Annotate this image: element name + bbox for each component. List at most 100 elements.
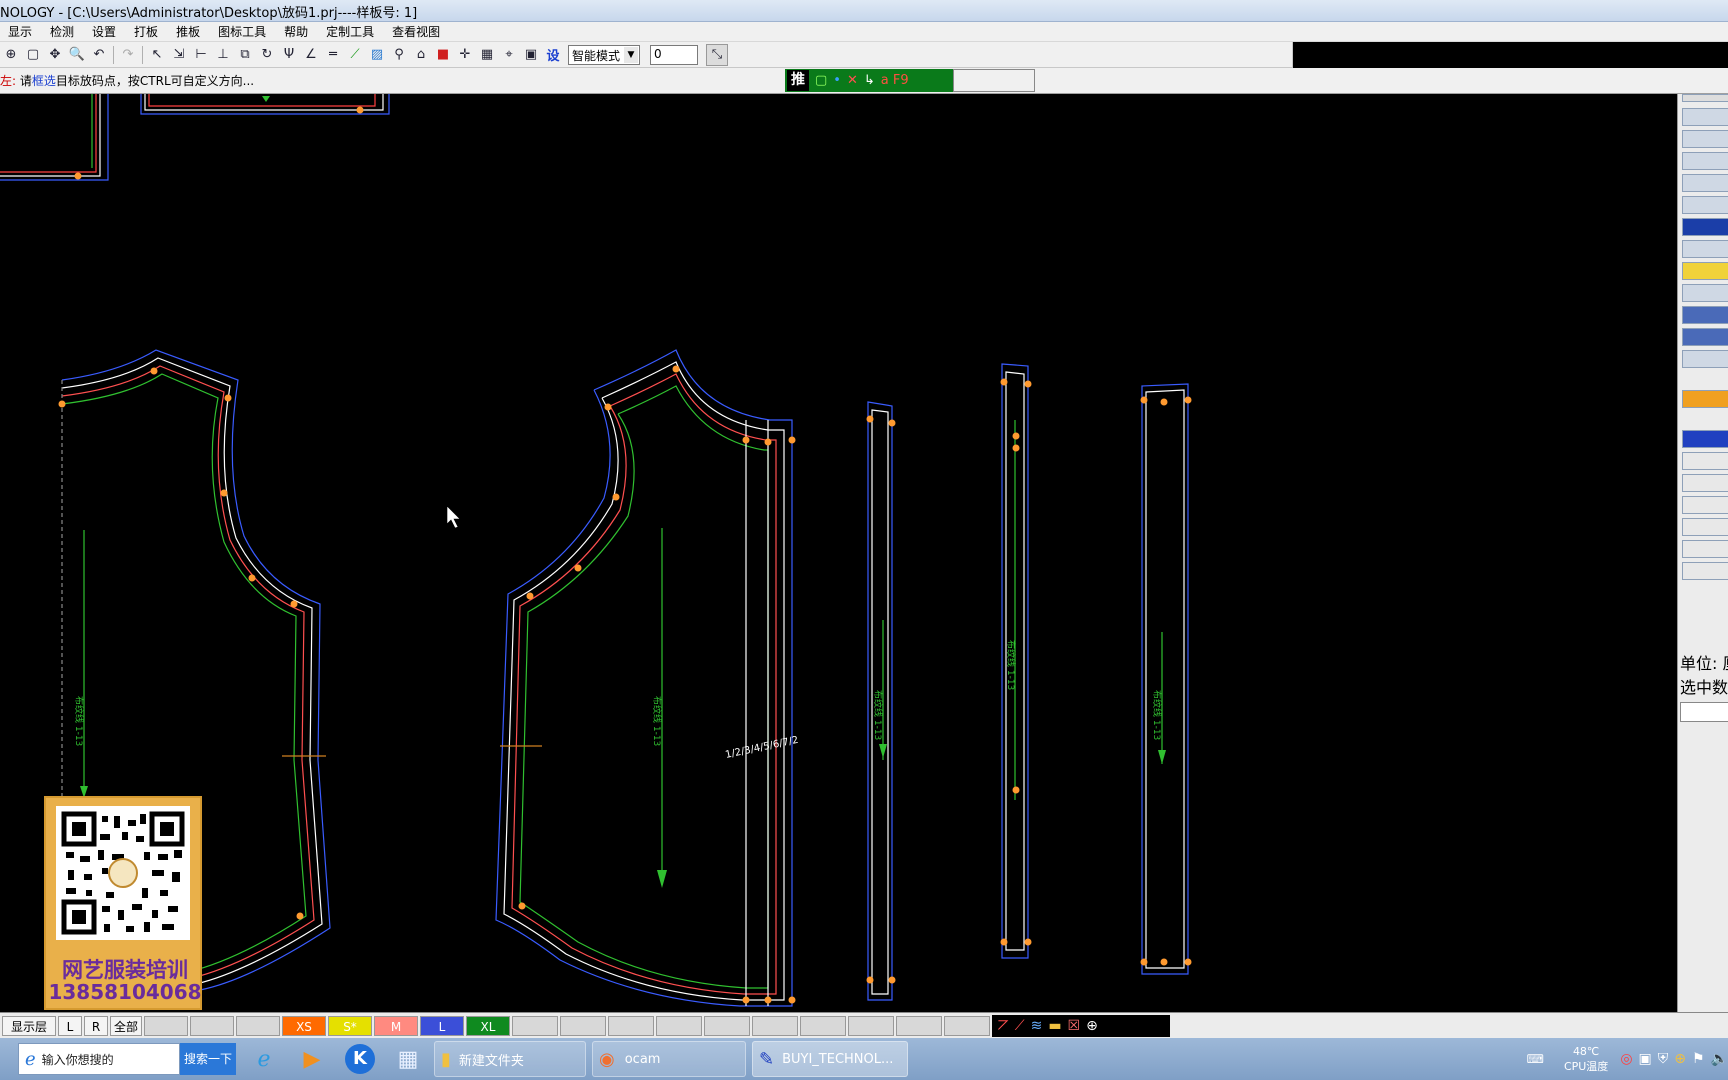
size-xl[interactable]: XL [466, 1015, 510, 1036]
size-slot[interactable] [190, 1015, 234, 1036]
size-slot[interactable] [704, 1015, 750, 1036]
undo-icon[interactable]: ↶ [88, 44, 110, 66]
layer-display-button[interactable]: 显示层 [2, 1015, 56, 1036]
cross-icon[interactable]: ✕ [847, 73, 858, 88]
menu-draft[interactable]: 打板 [134, 23, 158, 40]
ruler-tool-icon[interactable]: ▬ [1048, 1018, 1061, 1034]
layer-all-button[interactable]: 全部 [110, 1015, 142, 1036]
menu-grade[interactable]: 推板 [176, 23, 200, 40]
clear-tool-icon[interactable]: ☒ [1068, 1018, 1081, 1034]
panel-tool-1[interactable] [1682, 94, 1728, 102]
shield-icon[interactable]: ⛨ [1658, 1051, 1669, 1067]
panel-tool-5[interactable] [1682, 174, 1728, 192]
panel-tool-15[interactable] [1682, 430, 1728, 448]
search-input[interactable]: ℯ 输入你想搜的 [18, 1043, 180, 1075]
angle-icon[interactable]: ∠ [300, 44, 322, 66]
keyboard-icon[interactable]: ⌨ [1527, 1052, 1544, 1066]
chevron-down-icon[interactable]: ▼ [624, 46, 638, 63]
flag-icon[interactable]: ⚑ [1692, 1051, 1705, 1067]
calculator-icon[interactable]: ▦ [388, 1041, 428, 1077]
copy-grade-icon[interactable]: ⧉ [234, 44, 256, 66]
panel-tool-6[interactable] [1682, 196, 1728, 214]
menu-check[interactable]: 检测 [50, 23, 74, 40]
hatch-icon[interactable]: ▨ [366, 44, 388, 66]
grade-y-icon[interactable]: ⊥ [212, 44, 234, 66]
rect-select-icon[interactable]: ▢ [815, 73, 827, 88]
grid-icon[interactable]: ▦ [476, 44, 498, 66]
color-grid-icon[interactable]: ■ [432, 44, 454, 66]
network-icon[interactable]: ▣ [1639, 1051, 1652, 1067]
k-app-icon[interactable]: K [340, 1041, 380, 1077]
frame-icon[interactable]: ▣ [520, 44, 542, 66]
panel-tool-4[interactable] [1682, 152, 1728, 170]
size-xs[interactable]: XS [282, 1015, 326, 1036]
value-input[interactable]: 0 [650, 44, 698, 65]
hatch-tool-icon[interactable]: ⟋ [1015, 1018, 1025, 1034]
panel-tool-13[interactable] [1682, 350, 1728, 368]
panel-tool-8[interactable] [1682, 240, 1728, 258]
mode-select[interactable]: 智能模式 ▼ [568, 44, 640, 65]
snap-icon[interactable]: ⌖ [498, 44, 520, 66]
size-slot[interactable] [944, 1015, 990, 1036]
target-tool-icon[interactable]: ⊕ [1086, 1018, 1098, 1034]
axis-icon[interactable]: ↳ [864, 73, 875, 88]
panel-tool-18[interactable] [1682, 496, 1728, 514]
point-icon[interactable]: • [833, 73, 841, 88]
menu-icon-tools[interactable]: 图标工具 [218, 23, 266, 40]
f9-shortcut[interactable]: a F9 [881, 73, 909, 88]
size-slot[interactable] [800, 1015, 846, 1036]
size-slot[interactable] [848, 1015, 894, 1036]
move-point-icon[interactable]: ⇲ [168, 44, 190, 66]
push-button[interactable]: 推 [787, 70, 809, 91]
panel-tool-3[interactable] [1682, 130, 1728, 148]
task-buyi[interactable]: ✎ BUYI_TECHNOL... [752, 1041, 908, 1077]
task-new-folder[interactable]: ▮ 新建文件夹 [434, 1041, 586, 1077]
menu-custom-tools[interactable]: 定制工具 [326, 23, 374, 40]
measure-icon[interactable]: ⟋ [344, 44, 366, 66]
settings-shortcut[interactable]: 设 [542, 44, 564, 66]
fold-tool-icon[interactable]: ≋ [1031, 1018, 1043, 1034]
fork-icon[interactable]: Ψ [278, 44, 300, 66]
panel-tool-17[interactable] [1682, 474, 1728, 492]
volume-icon[interactable]: 🔈 [1711, 1051, 1728, 1067]
parallel-icon[interactable]: ═ [322, 44, 344, 66]
panel-tool-20[interactable] [1682, 540, 1728, 558]
menu-help[interactable]: 帮助 [284, 23, 308, 40]
size-slot[interactable] [512, 1015, 558, 1036]
size-slot[interactable] [752, 1015, 798, 1036]
size-m[interactable]: M [374, 1015, 418, 1036]
panel-tool-10[interactable] [1682, 284, 1728, 302]
zoom-in-icon[interactable]: ⊕ [0, 44, 22, 66]
panel-tool-19[interactable] [1682, 518, 1728, 536]
layer-r-button[interactable]: R [84, 1015, 108, 1036]
task-ocam[interactable]: ◉ ocam [592, 1041, 746, 1077]
size-s[interactable]: S* [328, 1015, 372, 1036]
size-slot[interactable] [560, 1015, 606, 1036]
panel-tool-2[interactable] [1682, 108, 1728, 126]
zoom-window-icon[interactable]: ▢ [22, 44, 44, 66]
size-slot[interactable] [656, 1015, 702, 1036]
hanger2-icon[interactable]: ⌂ [410, 44, 432, 66]
redo-icon[interactable]: ↷ [117, 44, 139, 66]
angle-tool-icon[interactable]: ⦢ [998, 1018, 1009, 1034]
panel-tool-12[interactable] [1682, 328, 1728, 346]
select-point-icon[interactable]: ↖ [146, 44, 168, 66]
panel-tool-9[interactable] [1682, 262, 1728, 280]
plus-icon[interactable]: ⊕ [1674, 1051, 1686, 1067]
panel-tool-16[interactable] [1682, 452, 1728, 470]
search-button[interactable]: 搜索一下 [180, 1043, 236, 1075]
panel-tool-7[interactable] [1682, 218, 1728, 236]
menu-view[interactable]: 查看视图 [392, 23, 440, 40]
size-slot[interactable] [236, 1015, 280, 1036]
size-slot[interactable] [144, 1015, 188, 1036]
size-slot[interactable] [896, 1015, 942, 1036]
zoom-icon[interactable]: 🔍 [66, 44, 88, 66]
panel-tool-11[interactable] [1682, 306, 1728, 324]
size-slot[interactable] [608, 1015, 654, 1036]
align-icon[interactable]: ✛ [454, 44, 476, 66]
panel-tool-14[interactable] [1682, 390, 1728, 408]
menu-display[interactable]: 显示 [8, 23, 32, 40]
selected-count-field[interactable] [1680, 702, 1728, 722]
hanger-icon[interactable]: ⚲ [388, 44, 410, 66]
ie-icon[interactable]: ℯ [244, 1041, 284, 1077]
